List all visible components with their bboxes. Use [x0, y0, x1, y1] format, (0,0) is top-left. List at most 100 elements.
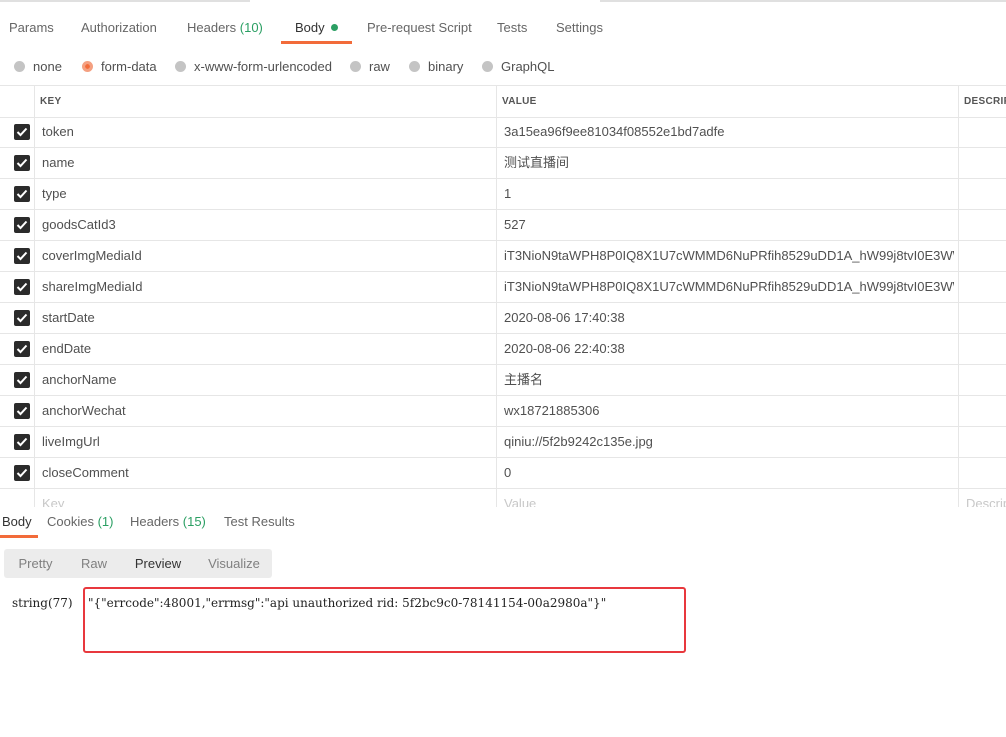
- new-value-input[interactable]: Value: [504, 489, 954, 507]
- tab-params[interactable]: Params: [9, 20, 54, 44]
- active-tab-indicator: [281, 41, 352, 44]
- row-value[interactable]: 0: [504, 458, 954, 488]
- row-value[interactable]: qiniu://5f2b9242c135e.jpg: [504, 427, 954, 457]
- table-row: shareImgMediaId iT3NioN9taWPH8P0IQ8X1U7c…: [0, 272, 1006, 303]
- tab-settings-label: Settings: [556, 20, 603, 35]
- tab-pre-request-script[interactable]: Pre-request Script: [367, 20, 472, 44]
- response-tab-body[interactable]: Body: [2, 514, 32, 529]
- response-tab-headers-label: Headers: [130, 514, 180, 529]
- format-pretty-button[interactable]: Pretty: [8, 549, 63, 578]
- row-key[interactable]: startDate: [42, 303, 492, 333]
- radio-graphql-label: GraphQL: [501, 58, 555, 74]
- table-header: KEY VALUE DESCRIPTION: [0, 86, 1006, 118]
- row-value[interactable]: 3a15ea96f9ee81034f08552e1bd7adfe: [504, 117, 954, 147]
- radio-graphql[interactable]: GraphQL: [482, 56, 554, 76]
- column-header-value: VALUE: [502, 96, 537, 107]
- error-highlight-box: [83, 587, 686, 653]
- tab-authorization-label: Authorization: [81, 20, 157, 35]
- new-description-input[interactable]: Description: [966, 489, 1006, 507]
- row-value[interactable]: 2020-08-06 17:40:38: [504, 303, 954, 333]
- row-key[interactable]: anchorWechat: [42, 396, 492, 426]
- row-key[interactable]: shareImgMediaId: [42, 272, 492, 302]
- active-response-tab-indicator: [0, 535, 38, 538]
- checkmark-icon: [16, 158, 28, 168]
- table-row: anchorName 主播名: [0, 365, 1006, 396]
- tab-headers-count: (10): [239, 20, 263, 35]
- row-key[interactable]: name: [42, 148, 492, 178]
- checkmark-icon: [16, 344, 28, 354]
- row-key[interactable]: coverImgMediaId: [42, 241, 492, 271]
- format-visualize-button[interactable]: Visualize: [200, 549, 268, 578]
- row-value[interactable]: 1: [504, 179, 954, 209]
- response-tab-cookies-count: (1): [97, 514, 114, 529]
- table-row: goodsCatId3 527: [0, 210, 1006, 241]
- column-header-key: KEY: [40, 96, 62, 107]
- response-tab-cookies-label: Cookies: [47, 514, 94, 529]
- row-key[interactable]: anchorName: [42, 365, 492, 395]
- tab-headers[interactable]: Headers (10): [187, 20, 263, 44]
- response-tab-headers[interactable]: Headers (15): [130, 514, 206, 529]
- table-row: anchorWechat wx18721885306: [0, 396, 1006, 427]
- row-key[interactable]: endDate: [42, 334, 492, 364]
- form-data-table: KEY VALUE DESCRIPTION token 3a15ea96f9ee…: [0, 85, 1006, 507]
- tab-authorization[interactable]: Authorization: [81, 20, 157, 44]
- row-checkbox[interactable]: [14, 124, 30, 140]
- tab-body-label: Body: [295, 20, 325, 35]
- row-key[interactable]: liveImgUrl: [42, 427, 492, 457]
- row-value[interactable]: wx18721885306: [504, 396, 954, 426]
- response-format-selector: Pretty Raw Preview Visualize: [4, 549, 272, 578]
- row-checkbox[interactable]: [14, 155, 30, 171]
- row-checkbox[interactable]: [14, 186, 30, 202]
- new-key-input[interactable]: Key: [42, 489, 492, 507]
- tab-headers-label: Headers: [187, 20, 237, 35]
- tab-tests[interactable]: Tests: [497, 20, 527, 44]
- checkmark-icon: [16, 282, 28, 292]
- response-tab-test-results[interactable]: Test Results: [224, 514, 295, 529]
- radio-form-data[interactable]: form-data: [82, 56, 157, 76]
- row-value[interactable]: 主播名: [504, 365, 954, 395]
- row-checkbox[interactable]: [14, 403, 30, 419]
- format-raw-button[interactable]: Raw: [70, 549, 118, 578]
- row-key[interactable]: closeComment: [42, 458, 492, 488]
- row-checkbox[interactable]: [14, 372, 30, 388]
- row-value[interactable]: 2020-08-06 22:40:38: [504, 334, 954, 364]
- response-tab-headers-count: (15): [182, 514, 206, 529]
- response-type-prefix: string(77): [12, 596, 73, 610]
- radio-raw[interactable]: raw: [350, 56, 390, 76]
- radio-urlencoded-icon: [175, 60, 186, 72]
- row-checkbox[interactable]: [14, 465, 30, 481]
- radio-x-www-form-urlencoded[interactable]: x-www-form-urlencoded: [175, 56, 332, 76]
- table-row: closeComment 0: [0, 458, 1006, 489]
- radio-none-icon: [14, 60, 25, 72]
- tab-settings[interactable]: Settings: [556, 20, 603, 44]
- radio-form-data-icon: [82, 60, 93, 72]
- row-checkbox[interactable]: [14, 341, 30, 357]
- row-checkbox[interactable]: [14, 310, 30, 326]
- format-preview-button[interactable]: Preview: [128, 549, 188, 578]
- radio-binary[interactable]: binary: [409, 56, 463, 76]
- checkmark-icon: [16, 251, 28, 261]
- response-tab-cookies[interactable]: Cookies (1): [47, 514, 113, 529]
- row-key[interactable]: type: [42, 179, 492, 209]
- row-value[interactable]: 527: [504, 210, 954, 240]
- row-checkbox[interactable]: [14, 434, 30, 450]
- request-tabs: Params Authorization Headers (10) Body P…: [0, 0, 1006, 46]
- radio-none[interactable]: none: [14, 56, 62, 76]
- row-checkbox[interactable]: [14, 217, 30, 233]
- radio-binary-icon: [409, 60, 420, 72]
- tab-tests-label: Tests: [497, 20, 528, 35]
- row-key[interactable]: token: [42, 117, 492, 147]
- column-header-description: DESCRIPTION: [964, 96, 1006, 107]
- row-value[interactable]: iT3NioN9taWPH8P0IQ8X1U7cWMMD6NuPRfih8529…: [504, 241, 954, 271]
- checkmark-icon: [16, 437, 28, 447]
- radio-urlencoded-label: x-www-form-urlencoded: [194, 58, 332, 74]
- row-value[interactable]: 测试直播间: [504, 148, 954, 178]
- row-key[interactable]: goodsCatId3: [42, 210, 492, 240]
- row-checkbox[interactable]: [14, 248, 30, 264]
- checkmark-icon: [16, 189, 28, 199]
- body-modified-dot-icon: [330, 24, 338, 31]
- radio-raw-label: raw: [369, 58, 390, 74]
- row-checkbox[interactable]: [14, 279, 30, 295]
- row-value[interactable]: iT3NioN9taWPH8P0IQ8X1U7cWMMD6NuPRfih8529…: [504, 272, 954, 302]
- radio-form-data-label: form-data: [101, 58, 157, 74]
